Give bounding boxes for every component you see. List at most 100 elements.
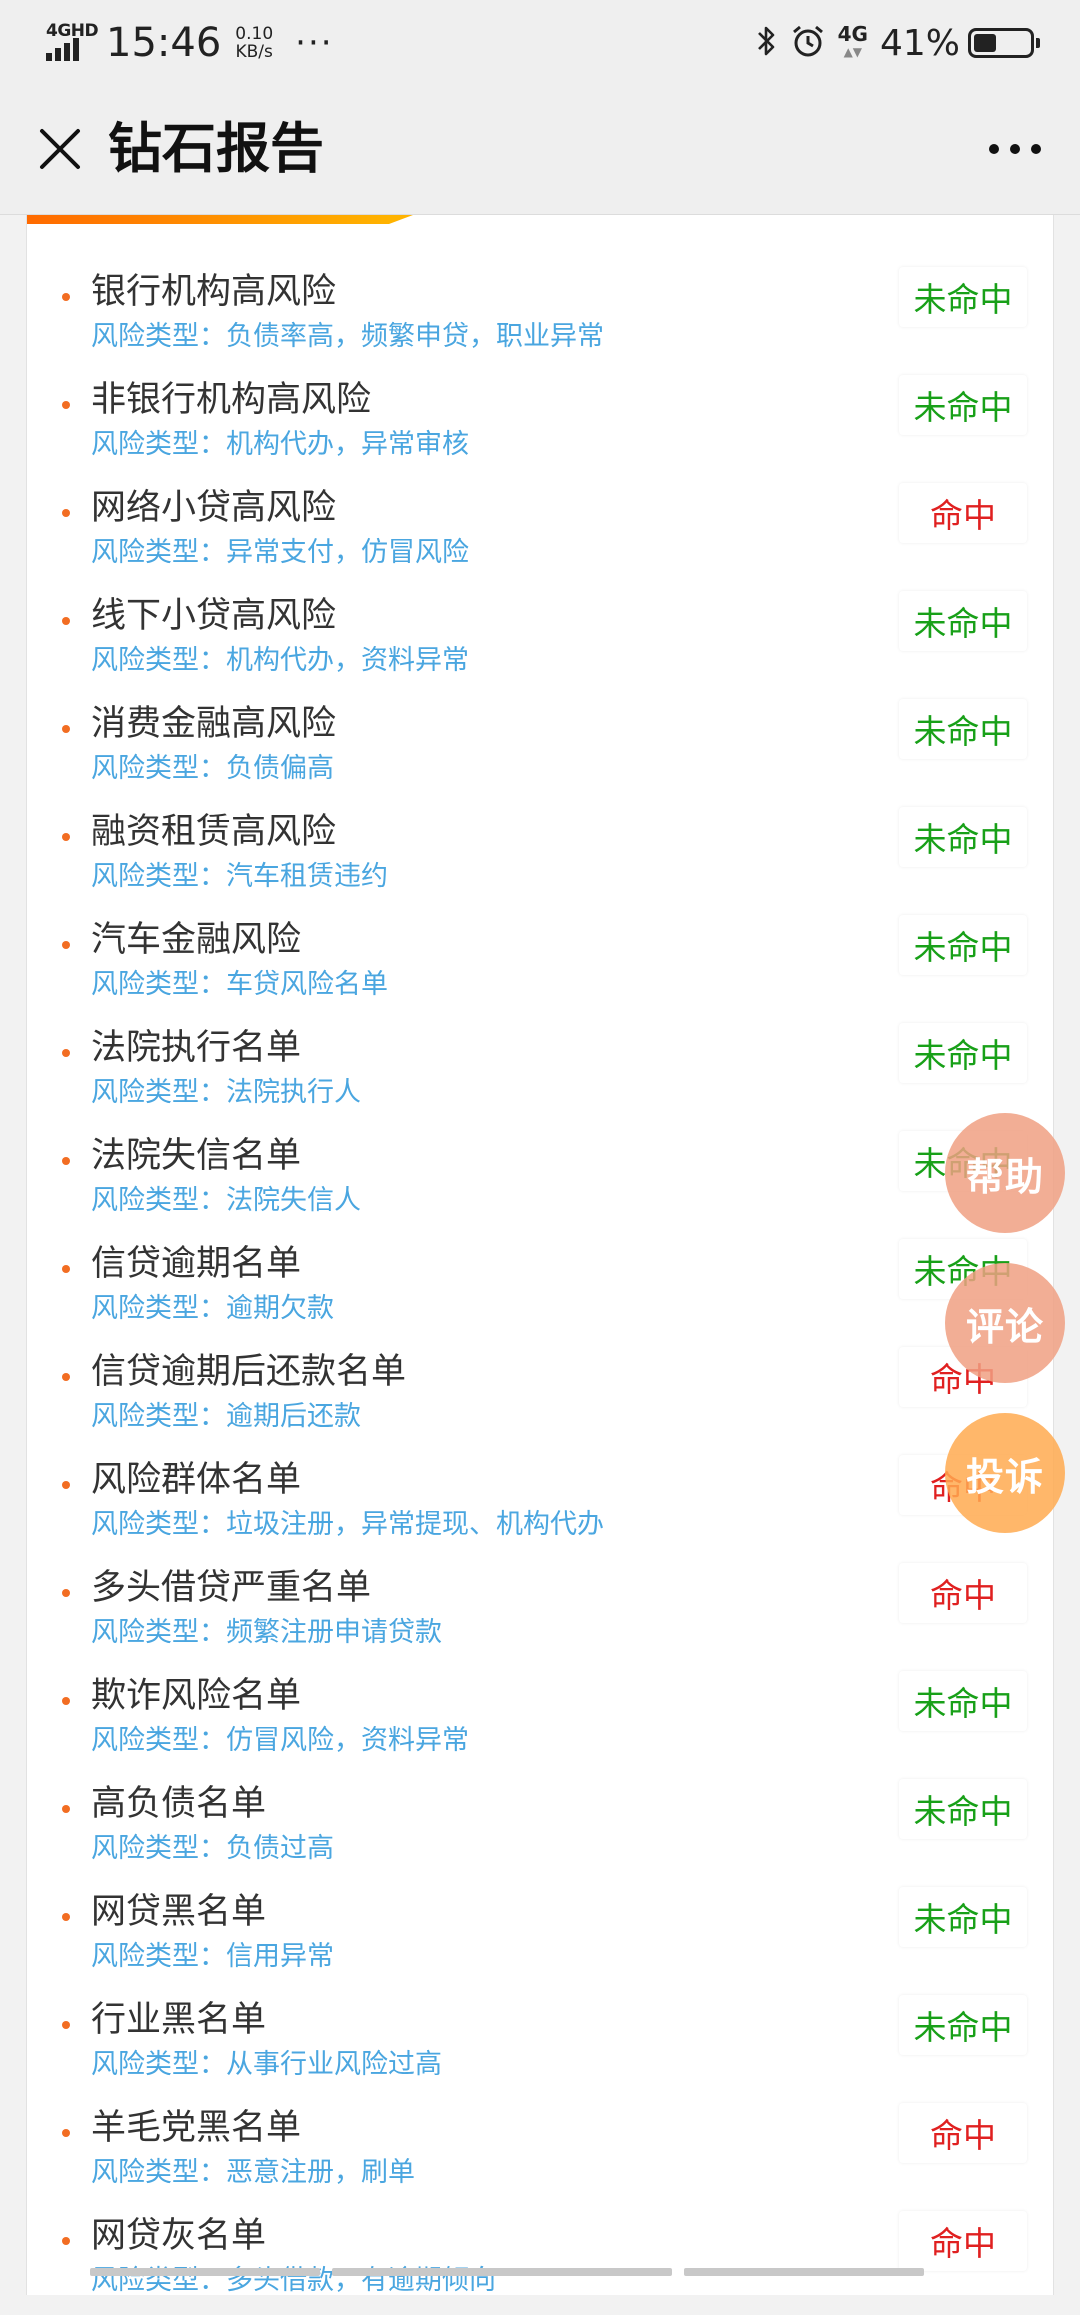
comment-button[interactable]: 评论 bbox=[945, 1263, 1065, 1383]
status-badge[interactable]: 未命中 bbox=[899, 591, 1027, 651]
page-title: 钻石报告 bbox=[108, 117, 324, 180]
bullet-dot-icon bbox=[62, 1265, 70, 1273]
status-badge[interactable]: 命中 bbox=[899, 2211, 1027, 2271]
risk-item-type: 风险类型：异常支付，仿冒风险 bbox=[91, 535, 469, 571]
risk-type-label: 风险类型： bbox=[91, 969, 226, 1000]
risk-list-item: 欺诈风险名单 风险类型：仿冒风险，资料异常 未命中 bbox=[27, 1667, 1053, 1775]
network-speed: 0.10 KB/s bbox=[235, 25, 273, 61]
risk-item-type: 风险类型：逾期后还款 bbox=[91, 1399, 361, 1435]
risk-item-type: 风险类型：负债偏高 bbox=[91, 751, 334, 787]
more-icon bbox=[989, 144, 1041, 154]
risk-item-title: 网贷黑名单 bbox=[91, 1892, 267, 1932]
close-button[interactable] bbox=[28, 117, 92, 181]
risk-item-type: 风险类型：负债过高 bbox=[91, 1831, 334, 1867]
risk-item-title: 银行机构高风险 bbox=[91, 272, 337, 312]
complain-button[interactable]: 投诉 bbox=[945, 1413, 1065, 1533]
more-menu-button[interactable] bbox=[980, 117, 1050, 181]
risk-item-title: 羊毛党黑名单 bbox=[91, 2108, 302, 2148]
risk-item-title: 汽车金融风险 bbox=[91, 920, 302, 960]
risk-list-item: 网络小贷高风险 风险类型：异常支付，仿冒风险 命中 bbox=[27, 479, 1053, 587]
bullet-dot-icon bbox=[62, 1805, 70, 1813]
risk-item-title: 融资租赁高风险 bbox=[91, 812, 337, 852]
signal-icon: 4GHD bbox=[46, 21, 99, 63]
bullet-dot-icon bbox=[62, 941, 70, 949]
status-badge[interactable]: 未命中 bbox=[899, 1023, 1027, 1083]
close-icon bbox=[40, 129, 80, 169]
risk-type-label: 风险类型： bbox=[91, 1941, 226, 1972]
risk-type-value: 逾期欠款 bbox=[226, 1293, 334, 1324]
status-badge[interactable]: 命中 bbox=[899, 483, 1027, 543]
risk-type-label: 风险类型： bbox=[91, 1833, 226, 1864]
status-badge[interactable]: 未命中 bbox=[899, 807, 1027, 867]
risk-list-item: 信贷逾期后还款名单 风险类型：逾期后还款 命中 bbox=[27, 1343, 1053, 1451]
risk-item-title: 信贷逾期后还款名单 bbox=[91, 1352, 407, 1392]
risk-list-item: 银行机构高风险 风险类型：负债率高，频繁申贷，职业异常 未命中 bbox=[27, 263, 1053, 371]
bluetooth-icon bbox=[756, 24, 778, 62]
risk-list-item: 消费金融高风险 风险类型：负债偏高 未命中 bbox=[27, 695, 1053, 803]
risk-list-item: 网贷灰名单 风险类型：多头借款，有逾期倾向 命中 bbox=[27, 2207, 1053, 2315]
bullet-dot-icon bbox=[62, 509, 70, 517]
risk-item-type: 风险类型：垃圾注册，异常提现、机构代办 bbox=[91, 1507, 604, 1543]
status-time: 15:46 bbox=[106, 20, 222, 66]
risk-type-label: 风险类型： bbox=[91, 1077, 226, 1108]
risk-type-value: 频繁注册申请贷款 bbox=[226, 1617, 442, 1648]
status-badge[interactable]: 未命中 bbox=[899, 1995, 1027, 2055]
risk-type-value: 负债偏高 bbox=[226, 753, 334, 784]
status-badge[interactable]: 未命中 bbox=[899, 1671, 1027, 1731]
risk-type-value: 车贷风险名单 bbox=[226, 969, 388, 1000]
bullet-dot-icon bbox=[62, 2021, 70, 2029]
risk-item-type: 风险类型：恶意注册，刷单 bbox=[91, 2155, 415, 2191]
risk-item-title: 信贷逾期名单 bbox=[91, 1244, 302, 1284]
risk-type-value: 机构代办，异常审核 bbox=[226, 429, 469, 460]
status-badge[interactable]: 未命中 bbox=[899, 915, 1027, 975]
risk-item-title: 风险群体名单 bbox=[91, 1460, 302, 1500]
risk-list-item: 羊毛党黑名单风险类型：恶意注册，刷单 命中 bbox=[27, 2099, 1053, 2207]
bullet-dot-icon bbox=[62, 725, 70, 733]
risk-item-type: 风险类型：逾期欠款 bbox=[91, 1291, 334, 1327]
risk-list-item: 非银行机构高风险 风险类型：机构代办，异常审核 未命中 bbox=[27, 371, 1053, 479]
status-badge[interactable]: 未命中 bbox=[899, 375, 1027, 435]
bullet-dot-icon bbox=[62, 833, 70, 841]
risk-item-type: 风险类型：频繁注册申请贷款 bbox=[91, 1615, 442, 1651]
risk-type-value: 垃圾注册，异常提现、机构代办 bbox=[226, 1509, 604, 1540]
bullet-dot-icon bbox=[62, 1373, 70, 1381]
bullet-dot-icon bbox=[62, 1697, 70, 1705]
speed-unit: KB/s bbox=[235, 42, 273, 62]
risk-type-value: 机构代办，资料异常 bbox=[226, 645, 469, 676]
risk-item-title: 欺诈风险名单 bbox=[91, 1676, 302, 1716]
risk-list-item: 风险群体名单风险类型：垃圾注册，异常提现、机构代办命中 bbox=[27, 1451, 1053, 1559]
risk-list-item: 多头借贷严重名单风险类型：频繁注册申请贷款 命中 bbox=[27, 1559, 1053, 1667]
bullet-dot-icon bbox=[62, 1481, 70, 1489]
risk-list-item: 法院失信名单风险类型：法院失信人未命中 bbox=[27, 1127, 1053, 1235]
risk-type-label: 风险类型： bbox=[91, 1185, 226, 1216]
risk-list-item: 线下小贷高风险 风险类型：机构代办，资料异常 未命中 bbox=[27, 587, 1053, 695]
risk-type-value: 异常支付，仿冒风险 bbox=[226, 537, 469, 568]
status-bar-left: 4GHD 15:46 0.10 KB/s ··· bbox=[46, 18, 334, 68]
status-badge[interactable]: 未命中 bbox=[899, 267, 1027, 327]
risk-item-title: 非银行机构高风险 bbox=[91, 380, 372, 420]
more-notifications-icon: ··· bbox=[295, 23, 334, 63]
risk-item-title: 行业黑名单 bbox=[91, 2000, 267, 2040]
battery-icon bbox=[968, 28, 1040, 58]
help-button[interactable]: 帮助 bbox=[945, 1113, 1065, 1233]
battery-percent: 41% bbox=[879, 22, 960, 64]
status-badge[interactable]: 未命中 bbox=[899, 1779, 1027, 1839]
bullet-dot-icon bbox=[62, 1049, 70, 1057]
risk-item-title: 高负债名单 bbox=[91, 1784, 267, 1824]
status-badge[interactable]: 命中 bbox=[899, 1563, 1027, 1623]
risk-type-label: 风险类型： bbox=[91, 1725, 226, 1756]
risk-type-label: 风险类型： bbox=[91, 645, 226, 676]
speed-value: 0.10 bbox=[235, 24, 274, 44]
status-badge[interactable]: 未命中 bbox=[899, 1887, 1027, 1947]
risk-type-value: 法院失信人 bbox=[226, 1185, 361, 1216]
risk-type-value: 从事行业风险过高 bbox=[226, 2049, 442, 2080]
risk-type-label: 风险类型： bbox=[91, 753, 226, 784]
status-badge[interactable]: 命中 bbox=[899, 2103, 1027, 2163]
bullet-dot-icon bbox=[62, 2237, 70, 2245]
risk-item-title: 多头借贷严重名单 bbox=[91, 1568, 372, 1608]
status-badge[interactable]: 未命中 bbox=[899, 699, 1027, 759]
risk-type-value: 信用异常 bbox=[226, 1941, 334, 1972]
risk-list-item: 行业黑名单 风险类型：从事行业风险过高 未命中 bbox=[27, 1991, 1053, 2099]
risk-item-type: 风险类型：汽车租赁违约 bbox=[91, 859, 388, 895]
risk-item-type: 风险类型：法院失信人 bbox=[91, 1183, 361, 1219]
